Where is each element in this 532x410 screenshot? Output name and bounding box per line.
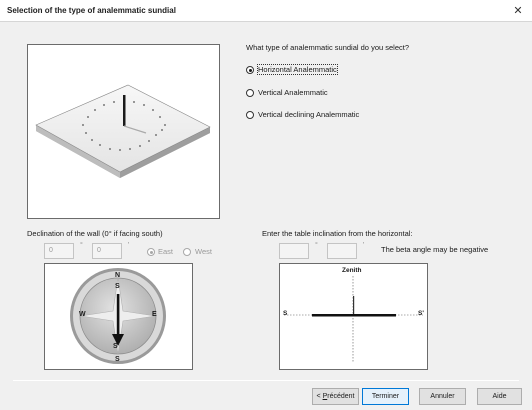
- degree-symbol: °: [80, 242, 83, 249]
- previous-rest: récédent: [327, 393, 355, 400]
- inclination-minutes-field: [327, 243, 357, 259]
- radio-vertical[interactable]: [246, 89, 254, 97]
- zenith-label: Zenith: [342, 267, 362, 274]
- inclination-diagram-panel: Zenith S S': [279, 263, 428, 370]
- sundial-type-question: What type of analemmatic sundial do you …: [246, 43, 410, 52]
- finish-button[interactable]: Terminer: [362, 388, 409, 405]
- inclination-degree-symbol: °: [315, 242, 318, 249]
- radio-vertical-declining[interactable]: [246, 111, 254, 119]
- minute-symbol: ': [128, 242, 130, 249]
- help-button[interactable]: Aide: [477, 388, 522, 405]
- compass-s-top-label: S: [115, 283, 120, 290]
- sundial-preview-image: [27, 44, 220, 219]
- inclination-degrees-field: [279, 243, 309, 259]
- compass-s-bottom-label: S: [115, 356, 120, 363]
- title-bar: Selection of the type of analemmatic sun…: [0, 0, 532, 22]
- declination-degrees-field: 0: [44, 243, 74, 259]
- beta-angle-note: The beta angle may be negative: [381, 245, 489, 254]
- close-icon[interactable]: ✕: [510, 3, 526, 19]
- diagram-s-right-label: S': [418, 310, 424, 317]
- compass-n-label: N: [115, 272, 121, 279]
- window-title: Selection of the type of analemmatic sun…: [7, 6, 176, 15]
- radio-west: [183, 248, 191, 256]
- compass-s-prime-label: S': [113, 343, 120, 350]
- cancel-button[interactable]: Annuler: [419, 388, 466, 405]
- compass-w-label: W: [79, 311, 86, 318]
- option-vertical-declining-label[interactable]: Vertical declining Analemmatic: [258, 110, 359, 119]
- compass-icon: [70, 268, 166, 364]
- option-horizontal-label[interactable]: Horizontal Analemmatic: [257, 64, 338, 75]
- diagram-s-left-label: S: [283, 310, 288, 317]
- footer-separator: [13, 380, 519, 381]
- inclination-label: Enter the table inclination from the hor…: [262, 229, 413, 238]
- compass-e-label: E: [152, 311, 157, 318]
- inclination-diagram: [284, 276, 423, 362]
- radio-east: [147, 248, 155, 256]
- previous-button[interactable]: < Précédent: [312, 388, 359, 405]
- option-vertical-label[interactable]: Vertical Analemmatic: [258, 88, 328, 97]
- compass-panel: N S W E S' S: [44, 263, 193, 370]
- radio-horizontal[interactable]: [246, 66, 254, 74]
- declination-minutes-field: 0: [92, 243, 122, 259]
- declination-label: Declination of the wall (0° if facing so…: [27, 229, 163, 238]
- west-label: West: [195, 247, 212, 256]
- east-label: East: [158, 247, 174, 256]
- inclination-minute-symbol: ': [363, 242, 365, 249]
